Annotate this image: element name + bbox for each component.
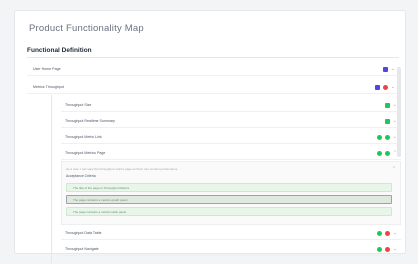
acceptance-criteria-label: Acceptance Criteria <box>66 174 96 178</box>
row-label: Throughput Size <box>65 103 92 107</box>
row-label: Throughput Metrics Page <box>65 151 106 155</box>
functionality-map-panel: Product Functionality Map Functional Def… <box>14 10 406 263</box>
status-dot-icon <box>384 150 390 156</box>
status-square-icon <box>384 102 390 108</box>
row-throughput-metrics-page[interactable]: Throughput Metrics Page ⌃ <box>61 147 401 160</box>
alert-dot-icon <box>384 246 390 252</box>
status-dot-icon <box>376 134 382 140</box>
status-dot-icon <box>384 134 390 140</box>
row-label: Throughput Navigate <box>65 247 99 251</box>
story-description: As a user, I can view the throughput met… <box>66 167 178 171</box>
row-user-home-page[interactable]: User Home Page ⌄ <box>27 63 399 76</box>
status-dot-icon <box>376 150 382 156</box>
chevron-down-icon[interactable]: ⌄ <box>393 230 397 236</box>
section-title: Functional Definition <box>27 47 92 54</box>
row-label: Throughput Realtime Summary <box>65 119 115 123</box>
row-label: Throughput Data Table <box>65 231 102 235</box>
chevron-down-icon[interactable]: ⌄ <box>393 246 397 252</box>
collapse-icon[interactable]: ⌃ <box>392 166 396 172</box>
row-label: User Home Page <box>33 67 61 71</box>
status-dot-icon <box>376 230 382 236</box>
chevron-down-icon[interactable]: ⌄ <box>391 84 395 90</box>
expanded-details-panel: As a user, I can view the throughput met… <box>61 161 401 225</box>
scrollbar[interactable] <box>397 67 401 157</box>
row-throughput-data-table[interactable]: Throughput Data Table ⌄ <box>61 227 401 240</box>
row-throughput-size[interactable]: Throughput Size ⌄ <box>61 99 401 112</box>
row-throughput-navigate[interactable]: Throughput Navigate ⌄ <box>61 243 401 256</box>
acceptance-criterion[interactable]: The page contains a metrics table panel <box>66 207 392 216</box>
acceptance-criterion[interactable]: The title of the page is Throughput Metr… <box>66 183 392 192</box>
row-label: Metrics Throughput <box>33 85 64 89</box>
page-title: Product Functionality Map <box>29 23 144 34</box>
alert-dot-icon <box>382 84 388 90</box>
status-dot-icon <box>376 246 382 252</box>
row-metrics-throughput[interactable]: Metrics Throughput ⌄ <box>27 81 399 94</box>
acceptance-criterion[interactable]: The page contains a metrics graph panel <box>66 195 392 204</box>
status-square-icon <box>374 84 380 90</box>
row-label: Throughput Metric Link <box>65 135 102 139</box>
status-square-icon <box>384 118 390 124</box>
chevron-down-icon[interactable]: ⌄ <box>391 66 395 72</box>
alert-dot-icon <box>384 230 390 236</box>
status-square-icon <box>382 66 388 72</box>
row-throughput-realtime-summary[interactable]: Throughput Realtime Summary ⌄ <box>61 115 401 128</box>
section-divider <box>27 57 399 58</box>
row-throughput-metric-link[interactable]: Throughput Metric Link ⌄ <box>61 131 401 144</box>
